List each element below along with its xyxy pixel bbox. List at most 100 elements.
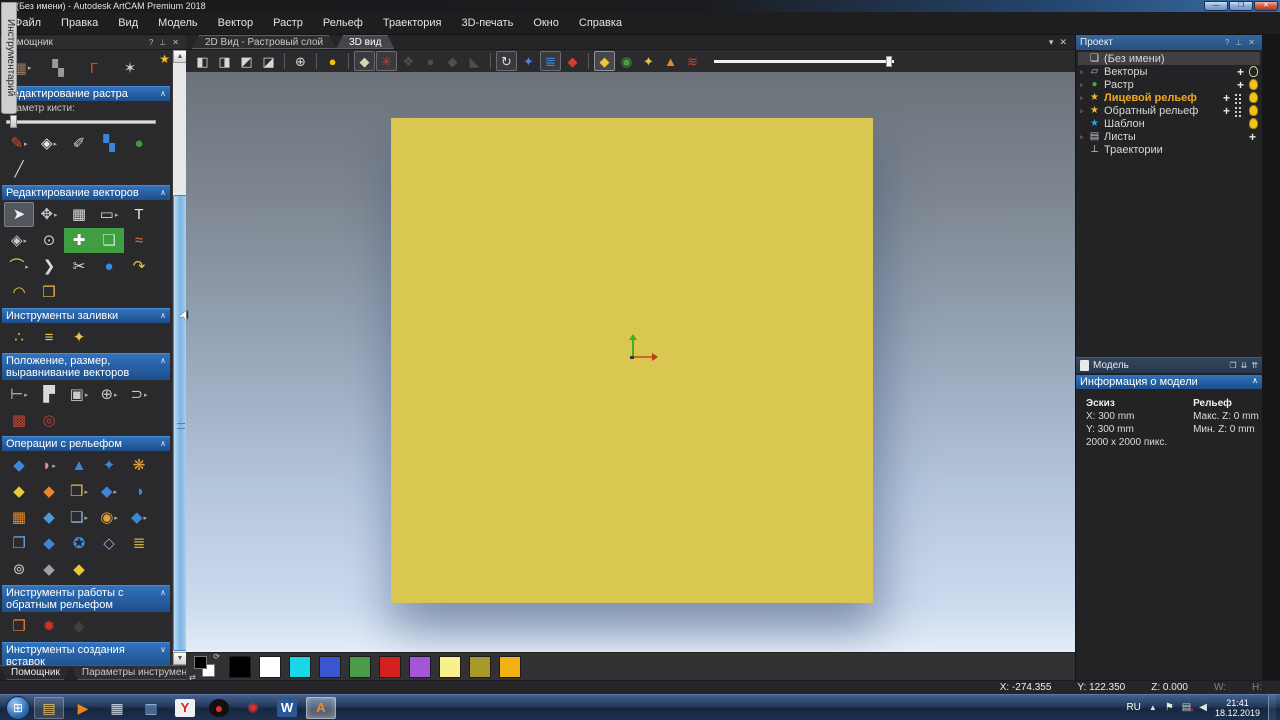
menu-item[interactable]: Траектория — [373, 17, 452, 29]
palette-swatch[interactable] — [379, 656, 401, 678]
tab-close-icon[interactable]: ✕ — [1059, 37, 1067, 48]
rainbow-layers-icon[interactable]: ≋ — [682, 51, 703, 71]
menu-item[interactable]: Правка — [51, 17, 108, 29]
tolerance-slider[interactable] — [714, 55, 894, 67]
current-colors-swatch[interactable]: ⟳ ⇄ — [192, 655, 218, 679]
flatten-relief-icon[interactable]: ◆ — [34, 531, 64, 556]
smooth-relief-icon-more[interactable]: ▸ — [114, 488, 118, 496]
preview-relief-icon[interactable]: ✦ — [518, 51, 539, 71]
minimize-button[interactable]: — — [1204, 1, 1228, 11]
magic-wand-icon[interactable]: ✶ — [112, 53, 148, 83]
brush-diameter-slider[interactable] — [6, 115, 156, 128]
scroll-up-icon[interactable]: ▲ — [173, 50, 187, 63]
show-front-relief-icon[interactable]: ◆ — [594, 51, 615, 71]
tab-2d-view[interactable]: 2D Вид - Растровый слой — [192, 35, 336, 49]
shoe-last-icon[interactable]: ◆ — [34, 557, 64, 582]
tab-3d-view[interactable]: 3D вид — [336, 35, 394, 49]
3d-viewport[interactable] — [186, 72, 1075, 652]
create-text-icon[interactable]: T — [124, 202, 154, 227]
join-vectors-icon-more[interactable]: ▸ — [144, 391, 148, 399]
nudge-icon[interactable]: ▛ — [34, 382, 64, 407]
explorer-icon[interactable]: ▤ — [34, 697, 64, 719]
iso-view-4-icon[interactable]: ◪ — [258, 51, 279, 71]
visibility-bulb-icon[interactable] — [1249, 92, 1258, 103]
wrap-relief-icon[interactable]: ❐ — [4, 531, 34, 556]
language-indicator[interactable]: RU — [1126, 702, 1140, 713]
menu-item[interactable]: Рельеф — [313, 17, 373, 29]
spin-relief-icon[interactable]: ◉▸ — [94, 505, 124, 530]
project-item-template[interactable]: ★Шаблон — [1078, 117, 1260, 130]
transform-vectors-icon[interactable]: ✥▸ — [34, 202, 64, 227]
project-item-sheets[interactable]: ▹▤Листы+ — [1078, 130, 1260, 143]
pin-icon[interactable]: ⊥ — [156, 38, 169, 47]
color-reduce-icon[interactable]: ▚ — [94, 131, 124, 156]
colors-setup-icon[interactable]: ▚ — [40, 53, 76, 83]
vector-library-icon[interactable]: ❒ — [34, 280, 64, 305]
chevron-up-icon[interactable]: ∧ — [160, 187, 166, 199]
vector-doctor-icon[interactable]: ◈▸ — [4, 228, 34, 253]
zoom-tool-icon[interactable]: ⊕ — [290, 51, 311, 71]
start-button[interactable]: ⊞ — [6, 696, 30, 720]
origin-axes-icon[interactable]: ✳ — [376, 51, 397, 71]
cut-vectors-icon[interactable]: ✂ — [64, 254, 94, 279]
levels-grid-icon[interactable] — [1234, 93, 1244, 103]
create-rectangle-icon-more[interactable]: ▸ — [115, 211, 119, 219]
section-vector-edit[interactable]: Редактирование векторов ∧ — [2, 185, 170, 200]
palette-swatch[interactable] — [349, 656, 371, 678]
create-vector-icon[interactable]: ✚ — [64, 228, 94, 253]
marquee-icon[interactable]: ▣▸ — [64, 382, 94, 407]
levels-grid-icon[interactable] — [1234, 106, 1244, 116]
pin-icon[interactable]: ⊥ — [1232, 38, 1245, 47]
relief-library-icon-more[interactable]: ▸ — [84, 488, 88, 496]
texture-relief-icon[interactable]: ◆ — [34, 479, 64, 504]
color-relief-icon[interactable]: ▲ — [660, 51, 681, 71]
paint-brush-icon-more[interactable]: ▸ — [24, 140, 28, 148]
distort-grid-icon[interactable]: ▦ — [64, 202, 94, 227]
arc-tool-icon[interactable]: ⌒▸ — [4, 254, 34, 279]
expander-icon[interactable]: ▹ — [1080, 81, 1088, 89]
assistant-scrollbar[interactable]: ▲ ▼ — [172, 50, 186, 665]
drape-relief-icon-more[interactable]: ▸ — [144, 514, 148, 522]
project-item-vectors[interactable]: ▹▱Векторы+ — [1078, 65, 1260, 78]
add-button[interactable]: + — [1223, 91, 1230, 105]
show-desktop-button[interactable] — [1268, 695, 1276, 720]
set-model-size-icon-more[interactable]: ▸ — [28, 64, 32, 72]
menu-item[interactable]: Справка — [569, 17, 632, 29]
section-relief-ops[interactable]: Операции с рельефом ∧ — [2, 436, 170, 451]
align-vectors-icon-more[interactable]: ▸ — [24, 391, 28, 399]
palette-swatch[interactable] — [499, 656, 521, 678]
media-player-icon[interactable]: ▶ — [68, 697, 98, 719]
visibility-bulb-icon[interactable] — [1249, 66, 1258, 77]
favorites-star-icon[interactable]: ★ — [159, 52, 170, 66]
menu-item[interactable]: Окно — [523, 17, 569, 29]
select-vectors-icon[interactable]: ➤ — [4, 202, 34, 227]
menu-item[interactable]: Модель — [148, 17, 207, 29]
mirror-vectors-icon[interactable]: ◠ — [4, 280, 34, 305]
expander-icon[interactable]: ▹ — [1080, 94, 1088, 102]
menu-item[interactable]: Растр — [263, 17, 313, 29]
fill-nodes-icon[interactable]: ✦ — [64, 325, 94, 350]
palette-swatch[interactable] — [289, 656, 311, 678]
raise-relief-icon[interactable]: ◆ — [34, 505, 64, 530]
visibility-bulb-icon[interactable] — [1249, 105, 1258, 116]
visibility-bulb-icon[interactable] — [1249, 118, 1258, 129]
turn-relief-icon[interactable]: ✦ — [94, 453, 124, 478]
palette-swatch[interactable] — [439, 656, 461, 678]
project-item-back-relief[interactable]: ▹★Обратный рельеф+ — [1078, 104, 1260, 117]
fillet-icon[interactable]: ❯ — [34, 254, 64, 279]
help-icon[interactable]: ? — [146, 38, 156, 47]
palette-swatch[interactable] — [229, 656, 251, 678]
palette-swatch[interactable] — [259, 656, 281, 678]
close-button[interactable]: ✕ — [1254, 1, 1278, 11]
draw-plane-icon[interactable]: ◆ — [354, 51, 375, 71]
add-button[interactable]: + — [1249, 130, 1256, 144]
shape-editor-icon[interactable]: ◆ — [4, 453, 34, 478]
section-fill-tools[interactable]: Инструменты заливки ∧ — [2, 308, 170, 323]
float-panel-icon[interactable]: ❐ — [1229, 361, 1236, 370]
project-item-toolpaths[interactable]: ⊥Траектории — [1078, 143, 1260, 156]
group-merge-icon-more[interactable]: ▸ — [114, 391, 118, 399]
stamp-invert-icon[interactable]: ❐ — [4, 614, 34, 639]
restore-button[interactable]: ❐ — [1229, 1, 1253, 11]
iso-view-2-icon[interactable]: ◨ — [214, 51, 235, 71]
draw-line-icon[interactable]: ╱ — [4, 157, 34, 182]
